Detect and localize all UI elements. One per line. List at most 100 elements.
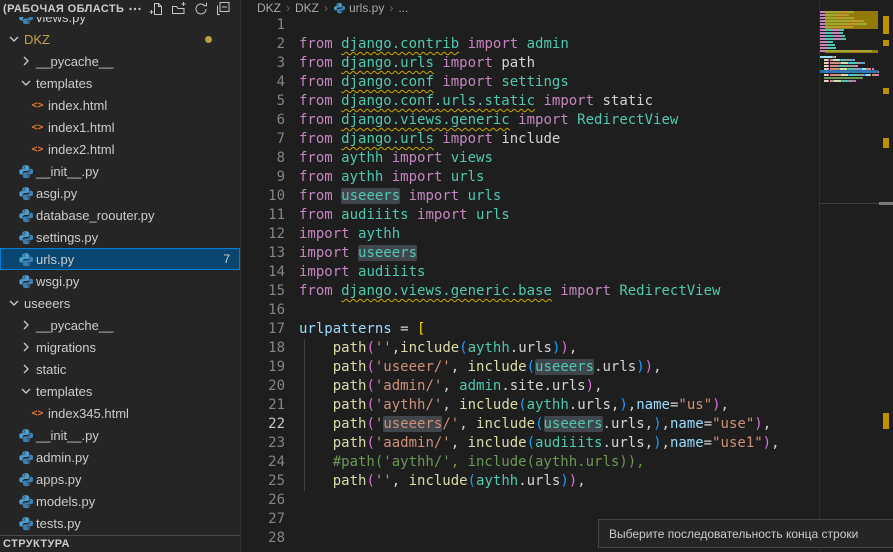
python-file-icon xyxy=(17,207,34,223)
html-file-icon: <> xyxy=(29,141,46,157)
code-line-12[interactable]: 12import aythh xyxy=(241,225,820,244)
refresh-explorer-icon[interactable] xyxy=(190,0,212,17)
code-line-23[interactable]: 23 path('aadmin/', include(audiiits.urls… xyxy=(241,434,820,453)
ruler-warning-mark xyxy=(883,88,889,94)
explorer-actions xyxy=(124,0,234,17)
tree-item--pycache-[interactable]: __pycache__ xyxy=(0,50,240,72)
minimap-line xyxy=(841,62,848,64)
code-area[interactable]: 12from django.contrib import admin3from … xyxy=(241,16,820,552)
tree-item--pycache-[interactable]: __pycache__ xyxy=(0,314,240,336)
code-line-3[interactable]: 3from django.urls import path xyxy=(241,54,820,73)
tree-item-models-py[interactable]: models.py xyxy=(0,490,240,512)
code-line-10[interactable]: 10from useeers import urls xyxy=(241,187,820,206)
tree-item-label: asgi.py xyxy=(34,186,77,201)
tree-item-label: templates xyxy=(34,384,92,399)
code-line-5[interactable]: 5from django.conf.urls.static import sta… xyxy=(241,92,820,111)
line-number: 8 xyxy=(241,149,285,168)
breadcrumb-item[interactable]: urls.py xyxy=(333,1,384,15)
code-line-14[interactable]: 14import audiiits xyxy=(241,263,820,282)
tree-item-label: __init__.py xyxy=(34,164,99,179)
code-line-6[interactable]: 6from django.views.generic import Redire… xyxy=(241,111,820,130)
minimap-warning xyxy=(825,50,878,53)
tree-item-label: models.py xyxy=(34,494,95,509)
tree-item-index1-html[interactable]: <>index1.html xyxy=(0,116,240,138)
html-file-icon: <> xyxy=(29,119,46,135)
line-number: 10 xyxy=(241,187,285,206)
code-text: from django.conf.urls.static import stat… xyxy=(299,93,653,109)
tree-item-useeers[interactable]: useeers xyxy=(0,292,240,314)
breadcrumb-item[interactable]: ... xyxy=(398,1,408,15)
python-file-icon xyxy=(17,471,34,487)
code-line-24[interactable]: 24 #path('aythh/', include(aythh.urls)), xyxy=(241,453,820,472)
tree-item-database-roouter-py[interactable]: database_roouter.py xyxy=(0,204,240,226)
code-line-17[interactable]: 17urlpatterns = [ xyxy=(241,320,820,339)
tree-item-label: templates xyxy=(34,76,92,91)
tree-item-migrations[interactable]: migrations xyxy=(0,336,240,358)
code-line-20[interactable]: 20 path('admin/', admin.site.urls), xyxy=(241,377,820,396)
tree-item-urls-py[interactable]: urls.py7 xyxy=(0,248,240,270)
code-line-1[interactable]: 1 xyxy=(241,16,820,35)
tree-item-apps-py[interactable]: apps.py xyxy=(0,468,240,490)
overview-ruler[interactable] xyxy=(879,0,893,552)
code-line-21[interactable]: 21 path('aythh/', include(aythh.urls,),n… xyxy=(241,396,820,415)
code-text: import audiiits xyxy=(299,264,425,280)
tree-item-label: database_roouter.py xyxy=(34,208,155,223)
more-actions-icon[interactable] xyxy=(124,0,146,17)
tree-item-tests-py[interactable]: tests.py xyxy=(0,512,240,534)
code-line-19[interactable]: 19 path('useeer/', include(useeers.urls)… xyxy=(241,358,820,377)
tree-item-wsgi-py[interactable]: wsgi.py xyxy=(0,270,240,292)
code-line-18[interactable]: 18 path('',include(aythh.urls)), xyxy=(241,339,820,358)
code-line-8[interactable]: 8from aythh import views xyxy=(241,149,820,168)
minimap-divider xyxy=(819,0,820,552)
tree-item-index-html[interactable]: <>index.html xyxy=(0,94,240,116)
minimap-line xyxy=(831,29,839,31)
tree-item--init-py[interactable]: __init__.py xyxy=(0,160,240,182)
tree-item-templates[interactable]: templates xyxy=(0,72,240,94)
tree-item--init-py[interactable]: __init__.py xyxy=(0,424,240,446)
new-folder-icon[interactable] xyxy=(168,0,190,17)
code-line-2[interactable]: 2from django.contrib import admin xyxy=(241,35,820,54)
code-line-22[interactable]: 22 path('useeers/', include(useeers.urls… xyxy=(241,415,820,434)
minimap-line xyxy=(824,77,863,79)
tree-item-dkz[interactable]: DKZ xyxy=(0,28,240,50)
python-file-icon xyxy=(17,163,34,179)
minimap-line xyxy=(854,59,855,61)
tree-item-label: index345.html xyxy=(46,406,129,421)
code-text: path('admin/', admin.site.urls), xyxy=(299,378,603,394)
tree-item-settings-py[interactable]: settings.py xyxy=(0,226,240,248)
code-text: #path('aythh/', include(aythh.urls)), xyxy=(299,454,645,470)
code-line-7[interactable]: 7from django.urls import include xyxy=(241,130,820,149)
minimap-line xyxy=(841,35,845,37)
line-number: 22 xyxy=(241,415,285,434)
tree-item-label: __init__.py xyxy=(34,428,99,443)
breadcrumb-item[interactable]: DKZ xyxy=(295,1,319,15)
code-line-11[interactable]: 11from audiiits import urls xyxy=(241,206,820,225)
explorer-section-header[interactable]: (РАБОЧАЯ ОБЛАСТЬ) xyxy=(0,0,240,17)
minimap-line xyxy=(830,74,840,76)
tree-item-index345-html[interactable]: <>index345.html xyxy=(0,402,240,424)
minimap-line xyxy=(834,80,841,82)
code-text: from django.urls import path xyxy=(299,55,535,71)
code-line-16[interactable]: 16 xyxy=(241,301,820,320)
tree-item-static[interactable]: static xyxy=(0,358,240,380)
code-line-25[interactable]: 25 path('', include(aythh.urls)), xyxy=(241,472,820,491)
breadcrumb-item[interactable]: DKZ xyxy=(257,1,281,15)
collapse-folders-icon[interactable] xyxy=(212,0,234,17)
tree-item-templates[interactable]: templates xyxy=(0,380,240,402)
tree-item-label: settings.py xyxy=(34,230,98,245)
new-file-icon[interactable] xyxy=(146,0,168,17)
ruler-info-mark xyxy=(879,202,893,205)
code-line-9[interactable]: 9from aythh import urls xyxy=(241,168,820,187)
tree-item-asgi-py[interactable]: asgi.py xyxy=(0,182,240,204)
chevron-right-icon xyxy=(17,339,34,355)
tree-item-admin-py[interactable]: admin.py xyxy=(0,446,240,468)
code-line-26[interactable]: 26 xyxy=(241,491,820,510)
code-line-4[interactable]: 4from django.conf import settings xyxy=(241,73,820,92)
minimap[interactable] xyxy=(820,0,878,552)
code-line-15[interactable]: 15from django.views.generic.base import … xyxy=(241,282,820,301)
tree-item-index2-html[interactable]: <>index2.html xyxy=(0,138,240,160)
python-file-icon xyxy=(17,493,34,509)
code-text: path('useeer/', include(useeers.urls)), xyxy=(299,359,662,375)
code-line-13[interactable]: 13import useeers xyxy=(241,244,820,263)
outline-section-header[interactable]: СТРУКТУРА xyxy=(0,535,240,552)
